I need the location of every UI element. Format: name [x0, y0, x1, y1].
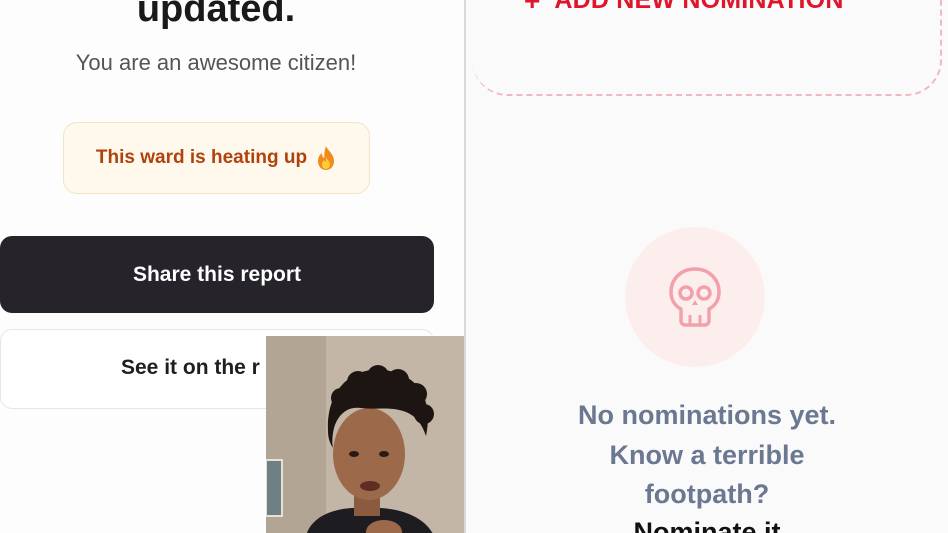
subtitle: You are an awesome citizen!: [75, 50, 357, 75]
nominate-it-link[interactable]: Nominate it: [466, 517, 948, 533]
empty-state-line-3: footpath?: [644, 479, 770, 509]
plus-icon: +: [524, 0, 541, 16]
ward-status-label: This ward is heating up: [95, 147, 308, 168]
webcam-person-image: [266, 336, 464, 533]
share-report-button[interactable]: Share this report: [0, 236, 434, 313]
see-on-map-label: See it on the r: [121, 356, 260, 379]
page-title: updated.: [136, 0, 296, 30]
add-new-nomination-button[interactable]: + ADD NEW NOMINATION: [524, 0, 844, 15]
webcam-video-overlay: [266, 336, 464, 533]
report-confirmation-panel: updated. You are an awesome citizen! Thi…: [0, 0, 464, 533]
nominations-panel: + ADD NEW NOMINATION No nominations yet.…: [466, 0, 948, 533]
ward-status-badge: This ward is heating up: [63, 122, 370, 194]
flame-icon: [318, 146, 335, 170]
skull-icon: [669, 267, 721, 327]
add-nomination-label: ADD NEW NOMINATION: [554, 0, 844, 14]
empty-state-illustration: [625, 227, 765, 367]
empty-state-line-1: No nominations yet.: [577, 400, 837, 430]
add-nomination-card[interactable]: + ADD NEW NOMINATION: [472, 0, 942, 96]
empty-state-line-2: Know a terrible: [609, 440, 805, 470]
